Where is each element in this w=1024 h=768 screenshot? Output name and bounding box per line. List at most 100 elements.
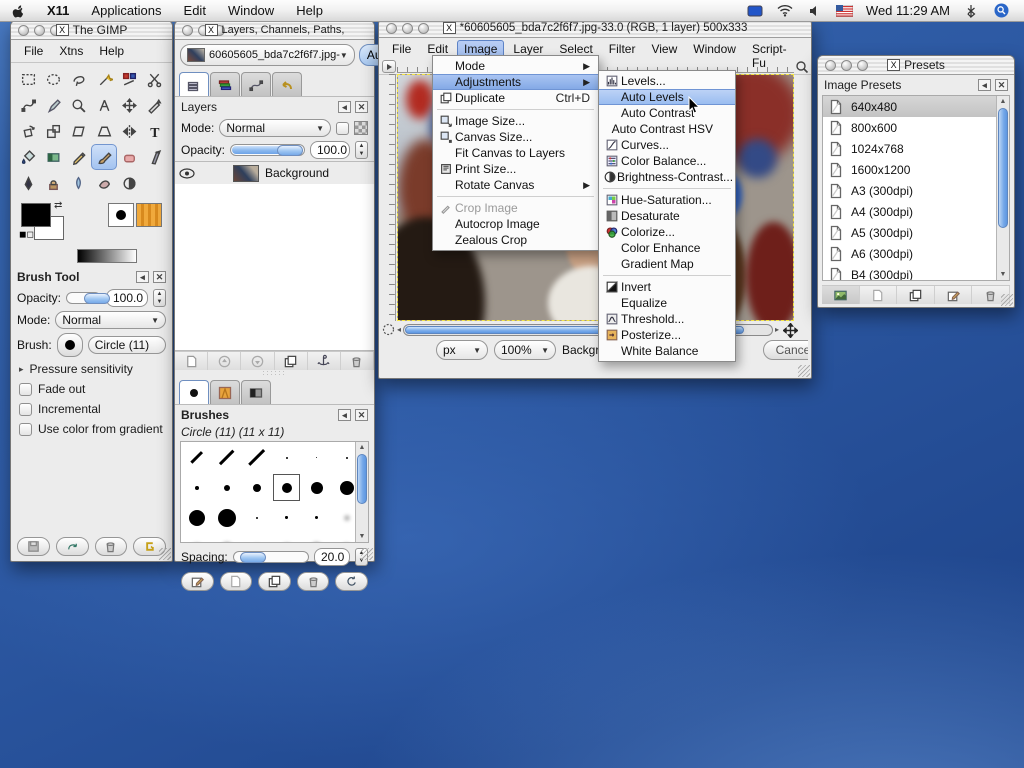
- brush-preview-button[interactable]: [57, 333, 83, 357]
- image-menu-item-zealous-crop[interactable]: Zealous Crop: [433, 232, 598, 248]
- toolbox-menu-help[interactable]: Help: [92, 42, 131, 60]
- adjustments-menu-item-colorize[interactable]: Colorize...: [599, 224, 735, 240]
- pencil-tool[interactable]: [66, 144, 91, 170]
- preset-item-a3-300dpi-[interactable]: A3 (300dpi): [823, 180, 1009, 201]
- image-preset-button[interactable]: [822, 286, 860, 304]
- zoom-button[interactable]: [418, 23, 429, 34]
- preset-item-b4-300dpi-[interactable]: B4 (300dpi): [823, 264, 1009, 281]
- spotlight-icon[interactable]: [992, 3, 1010, 19]
- menubar-item-edit[interactable]: Edit: [173, 0, 217, 22]
- menu-arrow-button[interactable]: ◂: [338, 101, 351, 113]
- zoom-button[interactable]: [857, 60, 868, 71]
- menu-arrow-button[interactable]: ◂: [338, 409, 351, 421]
- lower-layer-button[interactable]: [241, 352, 274, 370]
- image-menu-item-image-size[interactable]: Image Size...: [433, 113, 598, 129]
- layer-name[interactable]: Background: [265, 166, 329, 180]
- paths-tab[interactable]: [241, 72, 271, 96]
- brush-name-field[interactable]: Circle (11): [88, 336, 166, 354]
- new-brush-button[interactable]: [220, 572, 253, 591]
- brush-cell[interactable]: [183, 504, 210, 531]
- delete-layer-button[interactable]: [341, 352, 374, 370]
- image-selector[interactable]: 60605605_bda7c2f6f7.jpg-▼: [180, 44, 355, 66]
- adjustments-menu-item-color-balance[interactable]: Color Balance...: [599, 153, 735, 169]
- resize-grip[interactable]: [1001, 294, 1013, 306]
- ink-tool[interactable]: [16, 170, 41, 196]
- menu-arrow-button[interactable]: ◂: [136, 271, 149, 283]
- presets-scrollbar[interactable]: ▲▼: [996, 96, 1009, 280]
- close-panel-button[interactable]: ✕: [995, 79, 1008, 91]
- measure-tool[interactable]: [91, 92, 116, 118]
- undo-tab[interactable]: [272, 72, 302, 96]
- duplicate-layer-button[interactable]: [275, 352, 308, 370]
- brush-cell[interactable]: [183, 474, 210, 501]
- wifi-icon[interactable]: [776, 3, 794, 19]
- minimize-button[interactable]: [841, 60, 852, 71]
- brush-cell[interactable]: [243, 444, 270, 471]
- crop-tool[interactable]: [142, 92, 167, 118]
- move-tool[interactable]: [117, 92, 142, 118]
- adjustments-menu-item-brightness-contrast[interactable]: Brightness-Contrast...: [599, 169, 735, 185]
- zoom-image-icon[interactable]: [795, 60, 809, 74]
- clone-tool[interactable]: [41, 170, 66, 196]
- display-icon[interactable]: [746, 3, 764, 19]
- select-by-color-tool[interactable]: [117, 66, 142, 92]
- window-controls[interactable]: [818, 60, 868, 71]
- menubar-item-applications[interactable]: Applications: [80, 0, 172, 22]
- edit-brush-button[interactable]: [181, 572, 214, 591]
- text-tool[interactable]: T: [142, 118, 167, 144]
- adjustments-menu-item-threshold[interactable]: Threshold...: [599, 311, 735, 327]
- duplicate-brush-button[interactable]: [258, 572, 291, 591]
- adjustments-menu-item-color-enhance[interactable]: Color Enhance: [599, 240, 735, 256]
- presets-titlebar[interactable]: XPresets: [818, 56, 1014, 75]
- fuzzy-select-tool[interactable]: [91, 66, 116, 92]
- brush-cell[interactable]: [303, 504, 330, 531]
- brush-cell[interactable]: [213, 534, 240, 543]
- menubar-item-help[interactable]: Help: [285, 0, 334, 22]
- resize-grip[interactable]: [798, 365, 810, 377]
- pane-divider-grip[interactable]: ::::::: [175, 370, 374, 378]
- close-panel-button[interactable]: ✕: [355, 409, 368, 421]
- adjustments-menu-item-hue-saturation[interactable]: Hue-Saturation...: [599, 192, 735, 208]
- close-button[interactable]: [825, 60, 836, 71]
- channels-tab[interactable]: [210, 72, 240, 96]
- airbrush-tool[interactable]: [142, 144, 167, 170]
- preset-item-a6-300dpi-[interactable]: A6 (300dpi): [823, 243, 1009, 264]
- adjustments-menu-item-gradient-map[interactable]: Gradient Map: [599, 256, 735, 272]
- blur-tool[interactable]: [66, 170, 91, 196]
- gradient-tool[interactable]: [41, 144, 66, 170]
- color-picker-tool[interactable]: [41, 92, 66, 118]
- brush-cell[interactable]: [273, 444, 300, 471]
- scissors-tool[interactable]: [142, 66, 167, 92]
- preset-item-1024x768[interactable]: 1024x768: [823, 138, 1009, 159]
- pan-image-icon[interactable]: [783, 323, 797, 338]
- image-menu-item-mode[interactable]: Mode▶: [433, 58, 598, 74]
- layer-opacity-slider[interactable]: [230, 144, 305, 156]
- adjustments-menu-item-auto-levels[interactable]: Auto Levels: [599, 89, 735, 105]
- image-menu-item-rotate-canvas[interactable]: Rotate Canvas▶: [433, 177, 598, 193]
- menubar-clock[interactable]: Wed 11:29 AM: [866, 3, 950, 18]
- menu-arrow-button[interactable]: ◂: [978, 79, 991, 91]
- flip-tool[interactable]: [117, 118, 142, 144]
- zoom-button[interactable]: [50, 25, 61, 36]
- active-pattern-indicator[interactable]: [136, 203, 162, 227]
- patterns-tab[interactable]: [210, 380, 240, 404]
- ellipse-select-tool[interactable]: [41, 66, 66, 92]
- brush-grid-scrollbar[interactable]: ▲▼: [355, 442, 368, 542]
- pressure-expander[interactable]: ▸ Pressure sensitivity: [11, 359, 172, 379]
- minimize-button[interactable]: [402, 23, 413, 34]
- image-menu-item-duplicate[interactable]: DuplicateCtrl+D: [433, 90, 598, 106]
- close-button[interactable]: [18, 25, 29, 36]
- brush-cell[interactable]: [183, 444, 210, 471]
- image-menu-item-fit-canvas-to-layers[interactable]: Fit Canvas to Layers: [433, 145, 598, 161]
- keep-transparency-checkbox[interactable]: [336, 122, 349, 135]
- dodge-burn-tool[interactable]: [117, 170, 142, 196]
- paths-tool[interactable]: [16, 92, 41, 118]
- toolbox-menu-xtns[interactable]: Xtns: [52, 42, 90, 60]
- opacity-spinner[interactable]: ▲▼: [153, 289, 166, 307]
- paintbrush-tool[interactable]: [91, 144, 116, 170]
- check-incremental[interactable]: Incremental: [11, 399, 172, 419]
- toolbox-menu-file[interactable]: File: [17, 42, 50, 60]
- brush-cell[interactable]: [243, 534, 270, 543]
- brush-cell[interactable]: [243, 504, 270, 531]
- layers-tab[interactable]: [179, 72, 209, 96]
